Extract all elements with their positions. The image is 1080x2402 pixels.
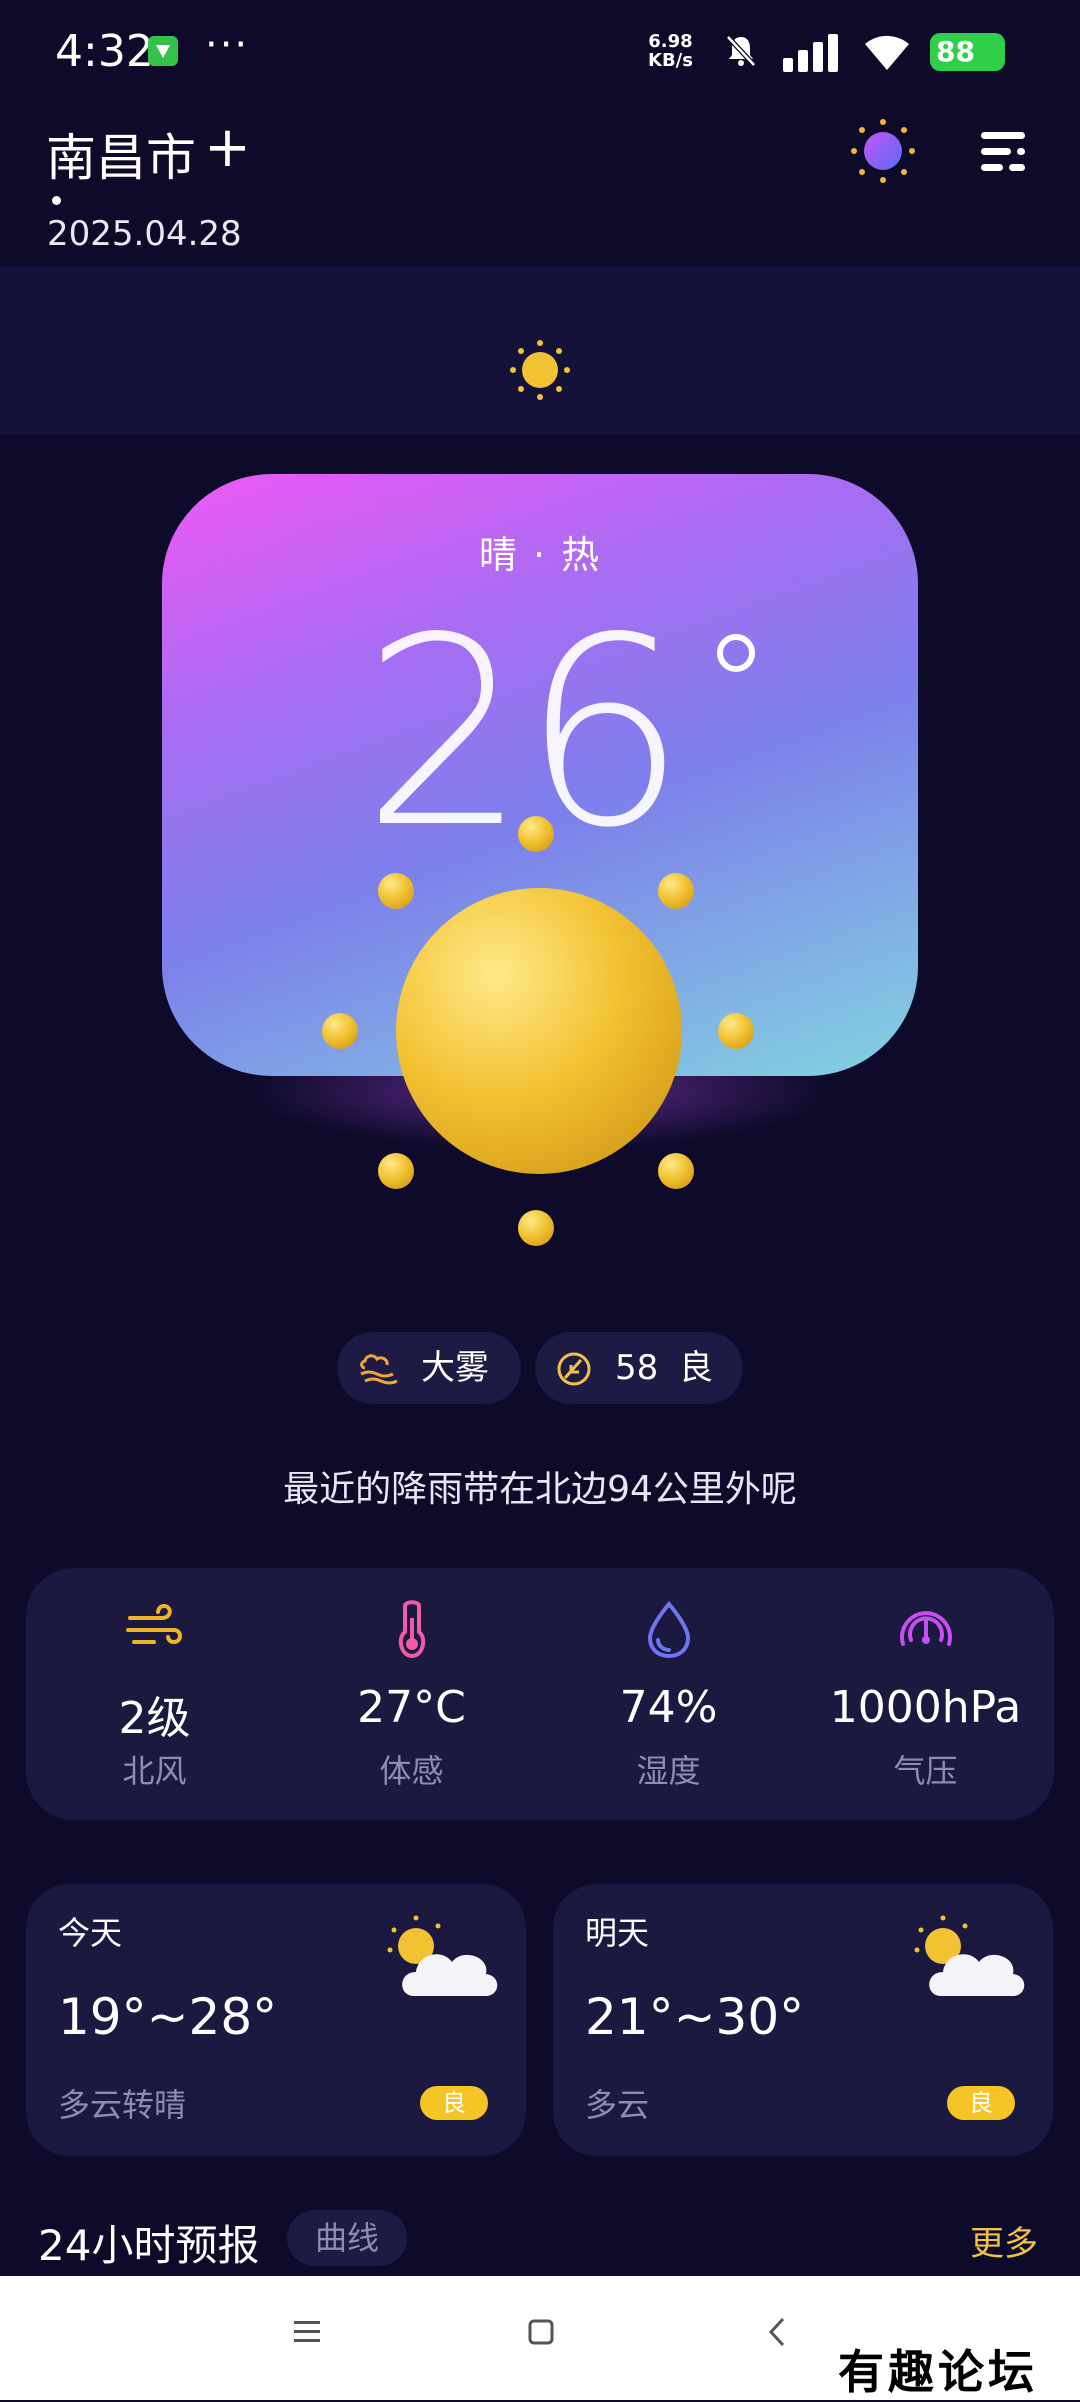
- network-speed-unit: KB/s: [648, 50, 693, 71]
- aqi-level: 良: [679, 1348, 713, 1388]
- partly-cloudy-icon: [387, 1915, 498, 1996]
- back-icon[interactable]: [766, 2316, 788, 2348]
- degree-symbol: [717, 634, 755, 672]
- aqi-badge: 良: [947, 2086, 1015, 2120]
- sun-ray-dot: [378, 873, 414, 909]
- day-name: 明天: [585, 1914, 650, 1952]
- network-speed: 6.98 KB/s: [648, 32, 693, 70]
- status-bar: 4:32 ··· 6.98 KB/s 88: [0, 0, 1080, 100]
- fog-chip-label: 大雾: [421, 1348, 489, 1388]
- menu-icon[interactable]: [975, 128, 1031, 174]
- fog-icon: [360, 1354, 398, 1385]
- city-name[interactable]: 南昌市: [46, 118, 196, 190]
- home-icon[interactable]: [527, 2318, 555, 2346]
- wind-label: 北风: [122, 1752, 187, 1790]
- sun-ray-dot: [322, 1013, 358, 1049]
- feels-like-value: 27°C: [357, 1682, 466, 1733]
- sun-ray-dot: [658, 1153, 694, 1189]
- tomorrow-card[interactable]: 明天 21°~30° 多云 良: [553, 1884, 1053, 2156]
- weather-condition: 晴 · 热: [478, 533, 602, 577]
- sun-ray-dot: [718, 1013, 754, 1049]
- wind-detail[interactable]: 2级 北风: [26, 1568, 283, 1820]
- fog-chip[interactable]: 大雾: [337, 1332, 521, 1404]
- pressure-label: 气压: [893, 1752, 958, 1790]
- aqi-value: 58: [615, 1348, 659, 1388]
- feels-like-label: 体感: [379, 1752, 444, 1790]
- pressure-detail[interactable]: 1000hPa 气压: [797, 1568, 1054, 1820]
- sun-ray-dot: [658, 873, 694, 909]
- air-quality-chip[interactable]: 58 良: [535, 1332, 743, 1404]
- sun-ray-dot: [378, 1153, 414, 1189]
- weather-details-card: 2级 北风 27°C 体感 74% 湿度 1000hPa 气压: [26, 1568, 1054, 1820]
- more-notifications-icon: ···: [205, 22, 250, 68]
- day-condition: 多云: [585, 2086, 650, 2124]
- wind-value: 2级: [118, 1693, 191, 1744]
- feels-like-detail[interactable]: 27°C 体感: [283, 1568, 540, 1820]
- day-name: 今天: [58, 1914, 123, 1952]
- temperature-range: 19°~28°: [58, 1988, 278, 2046]
- humidity-label: 湿度: [636, 1752, 701, 1790]
- forecast-title: 24小时预报: [38, 2221, 260, 2270]
- sun-ray-dot: [518, 1210, 554, 1246]
- battery-level: 88: [936, 35, 975, 68]
- mute-bell-icon: [726, 35, 756, 67]
- status-time: 4:32: [55, 26, 154, 77]
- today-card[interactable]: 今天 19°~28° 多云转晴 良: [26, 1884, 526, 2156]
- cellular-signal-icon: [783, 34, 838, 72]
- leaf-icon: [557, 1352, 591, 1386]
- vpn-icon: [148, 36, 178, 66]
- curve-tab[interactable]: 曲线: [287, 2210, 407, 2266]
- wind-icon: [126, 1603, 182, 1645]
- partly-cloudy-icon: [914, 1915, 1025, 1996]
- sun-illustration: [396, 888, 682, 1174]
- aqi-badge: 良: [420, 2086, 488, 2120]
- humidity-detail[interactable]: 74% 湿度: [540, 1568, 797, 1820]
- temperature-range: 21°~30°: [585, 1988, 805, 2046]
- battery-indicator: 88: [930, 33, 1005, 71]
- current-date: 2025.04.28: [47, 214, 242, 254]
- theme-sun-icon[interactable]: [850, 118, 916, 184]
- sun-icon: [510, 340, 570, 400]
- add-city-button[interactable]: +: [204, 118, 251, 178]
- page-indicator-dot: [52, 196, 61, 205]
- watermark: 有趣论坛: [838, 2345, 1038, 2399]
- day-condition: 多云转晴: [58, 2086, 187, 2124]
- network-speed-value: 6.98: [648, 31, 693, 52]
- sun-ray-dot: [518, 816, 554, 852]
- rain-notice[interactable]: 最近的降雨带在北边94公里外呢: [0, 1460, 1080, 1512]
- wifi-icon: [865, 35, 909, 70]
- pressure-gauge-icon: [900, 1611, 952, 1646]
- humidity-icon: [647, 1600, 691, 1659]
- humidity-value: 74%: [619, 1682, 718, 1733]
- pressure-value: 1000hPa: [829, 1682, 1022, 1733]
- thermometer-icon: [398, 1600, 426, 1659]
- more-link[interactable]: 更多: [970, 2216, 1038, 2265]
- recent-apps-icon[interactable]: [292, 2318, 322, 2346]
